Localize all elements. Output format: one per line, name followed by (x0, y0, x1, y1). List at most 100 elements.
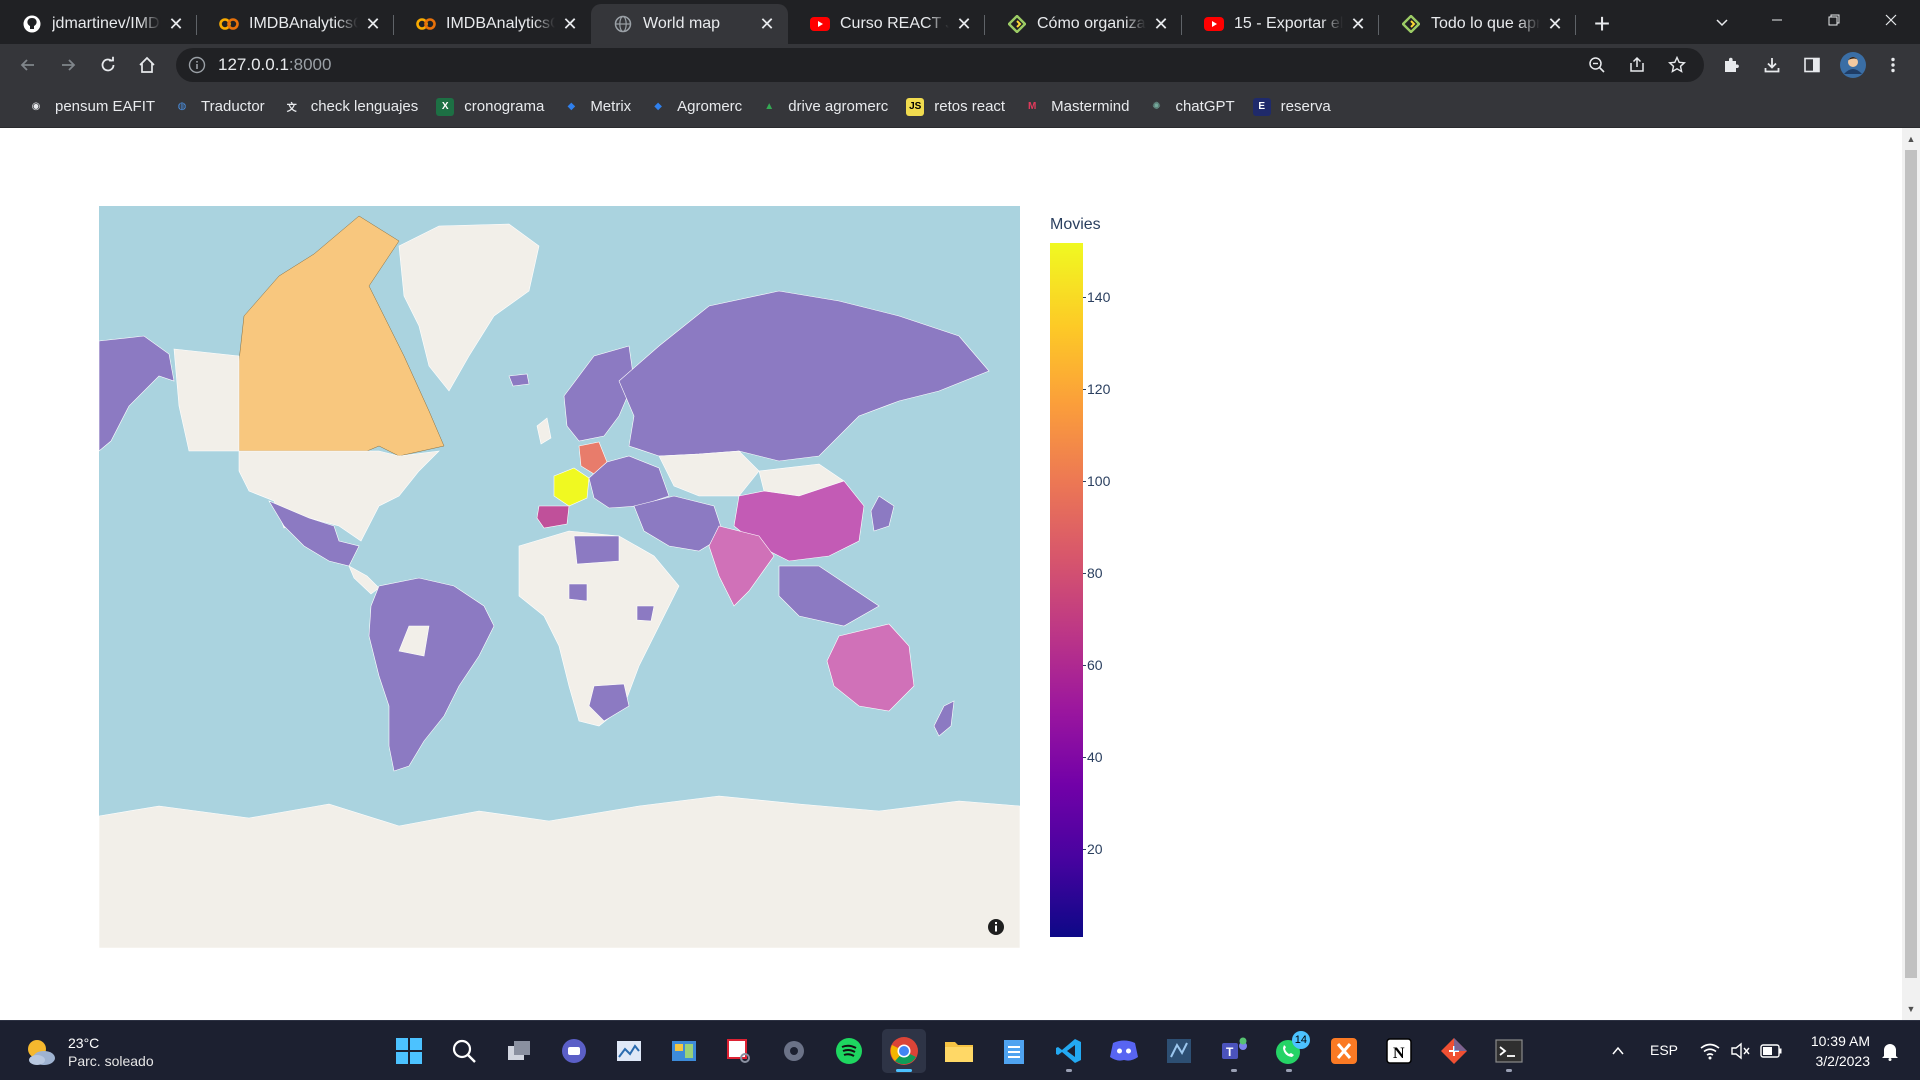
taskbar-app-settings[interactable] (772, 1029, 816, 1073)
clock[interactable]: 10:39 AM 3/2/2023 (1796, 1031, 1870, 1071)
zoom-out-icon[interactable] (1588, 56, 1606, 74)
info-icon[interactable] (987, 918, 1005, 936)
reload-button[interactable] (92, 49, 124, 81)
tab-close-icon[interactable]: ✕ (758, 14, 776, 34)
chrome-icon (890, 1037, 918, 1065)
bell-icon (1882, 1044, 1898, 1061)
scroll-up-arrow-icon[interactable]: ▲ (1906, 134, 1916, 144)
tab-strip: jdmartinev/IMDBAnalytics✕ IMDBAnalyticsCo… (0, 0, 1920, 44)
profile-button[interactable] (1837, 49, 1869, 81)
bookmark-7[interactable]: JS retos react (897, 91, 1014, 123)
restore-button[interactable] (1805, 0, 1862, 40)
minimize-button[interactable] (1748, 0, 1805, 40)
chevron-down-icon (1716, 19, 1728, 27)
bookmark-3[interactable]: Xcronograma (427, 91, 553, 123)
home-icon (139, 56, 155, 73)
taskbar-app-vscode[interactable] (1047, 1029, 1091, 1073)
start-button[interactable] (387, 1029, 431, 1073)
bookmark-star-icon[interactable] (1668, 56, 1686, 74)
taskbar-app-file-explorer[interactable] (937, 1029, 981, 1073)
tab-close-icon[interactable]: ✕ (955, 14, 973, 34)
region-nigeria[interactable] (568, 583, 588, 602)
tab-5[interactable]: Cómo organizar tu ✕ (985, 4, 1182, 44)
tab-6[interactable]: 15 - Exportar el Componente ✕ (1182, 4, 1379, 44)
new-tab-button[interactable]: + (1582, 4, 1622, 44)
home-button[interactable] (131, 49, 163, 81)
region-spain[interactable] (536, 505, 570, 529)
taskbar-app-control-panel[interactable] (662, 1029, 706, 1073)
taskbar-app-mysql-workbench[interactable] (1157, 1029, 1201, 1073)
snipping-tool-icon (727, 1039, 750, 1063)
tray-network-volume-battery[interactable] (1700, 1037, 1782, 1065)
taskbar-app-photos[interactable] (607, 1029, 651, 1073)
tab-close-icon[interactable]: ✕ (561, 14, 579, 34)
tab-title: IMDBAnalyticsColab (249, 15, 358, 32)
bookmark-10[interactable]: Ereserva (1244, 91, 1340, 123)
region-iceland[interactable] (508, 373, 530, 387)
terminal-icon (1495, 1039, 1523, 1063)
language-indicator[interactable]: ESP (1650, 1042, 1678, 1058)
map-canvas[interactable] (99, 206, 1020, 948)
downloads-button[interactable] (1756, 49, 1788, 81)
taskbar-app-snipping-tool[interactable] (717, 1029, 761, 1073)
region-kenya[interactable] (636, 605, 655, 622)
chrome-menu-button[interactable] (1877, 49, 1909, 81)
tab-4[interactable]: Curso REACT JS ✕ (788, 4, 985, 44)
tab-close-icon[interactable]: ✕ (1152, 14, 1170, 34)
taskbar-app-chrome[interactable] (882, 1029, 926, 1073)
forward-button[interactable] (52, 49, 84, 81)
tray-overflow-button[interactable] (1604, 1037, 1632, 1065)
share-icon[interactable] (1628, 56, 1646, 74)
bookmark-9[interactable]: ✺ chatGPT (1138, 91, 1243, 123)
tab-close-icon[interactable]: ✕ (1349, 14, 1367, 34)
page-scrollbar[interactable]: ▲ ▼ (1902, 128, 1920, 1020)
site-info-icon[interactable] (188, 56, 206, 74)
bookmark-0[interactable]: ◉ pensum EAFIT (18, 91, 164, 123)
task-view-button[interactable] (497, 1029, 541, 1073)
tab-0[interactable]: jdmartinev/IMDBAnalytics ✕ (0, 4, 197, 44)
tab-1[interactable]: IMDBAnalyticsColab ✕ (197, 4, 394, 44)
tab-close-icon[interactable]: ✕ (1546, 14, 1564, 34)
taskbar-app-spotify[interactable] (827, 1029, 871, 1073)
tab-7[interactable]: Todo lo que aprendí ✕ (1379, 4, 1576, 44)
excel-icon: X (436, 97, 455, 116)
taskbar-app-teams[interactable]: T (1212, 1029, 1256, 1073)
tab-search-button[interactable] (1704, 4, 1740, 40)
bookmark-label: Traductor (201, 98, 265, 115)
scroll-down-arrow-icon[interactable]: ▼ (1906, 1004, 1916, 1014)
scroll-thumb[interactable] (1905, 150, 1917, 978)
taskbar-app-whatsapp[interactable]: 14 (1267, 1029, 1311, 1073)
tab-2[interactable]: IMDBAnalyticsColab ✕ (394, 4, 591, 44)
tab-close-icon[interactable]: ✕ (364, 14, 382, 34)
tab-3[interactable]: World map ✕ (591, 4, 788, 44)
chat-icon (562, 1039, 586, 1063)
side-panel-button[interactable] (1796, 49, 1828, 81)
taskbar-app-xampp[interactable] (1322, 1029, 1366, 1073)
bookmark-2[interactable]: 文 check lenguajes (274, 91, 428, 123)
bookmark-8[interactable]: M Mastermind (1014, 91, 1138, 123)
weather-widget[interactable]: 23°C Parc. soleado (22, 1031, 154, 1073)
bookmark-1[interactable]: ◍ Traductor (164, 91, 274, 123)
taskbar-app-discord[interactable] (1102, 1029, 1146, 1073)
tab-separator (1575, 15, 1576, 35)
teams-chat-button[interactable] (552, 1029, 596, 1073)
taskbar-app-sourcetree[interactable] (1432, 1029, 1476, 1073)
page-content: Movies 140 120 100 80 60 40 20 (0, 128, 1902, 1020)
bookmark-5[interactable]: ◆ Agromerc (640, 91, 751, 123)
bookmark-6[interactable]: ▲ drive agromerc (751, 91, 897, 123)
address-bar[interactable]: 127.0.0.1:8000 (176, 48, 1704, 82)
tab-close-icon[interactable]: ✕ (167, 14, 185, 34)
taskbar-app-terminal[interactable] (1487, 1029, 1531, 1073)
taskbar-search-button[interactable] (442, 1029, 486, 1073)
taskbar-app-notepad[interactable] (992, 1029, 1036, 1073)
bookmark-4[interactable]: ◆ Metrix (553, 91, 640, 123)
region-north-africa[interactable] (573, 535, 620, 565)
github-icon (22, 14, 42, 34)
close-window-button[interactable] (1862, 0, 1919, 40)
extensions-button[interactable] (1715, 49, 1747, 81)
world-map-choropleth[interactable] (99, 206, 1020, 948)
tab-title: Cómo organizar tu (1037, 15, 1146, 32)
back-button[interactable] (12, 49, 44, 81)
notifications-button[interactable] (1876, 1037, 1904, 1065)
taskbar-app-notion[interactable]: N (1377, 1029, 1421, 1073)
